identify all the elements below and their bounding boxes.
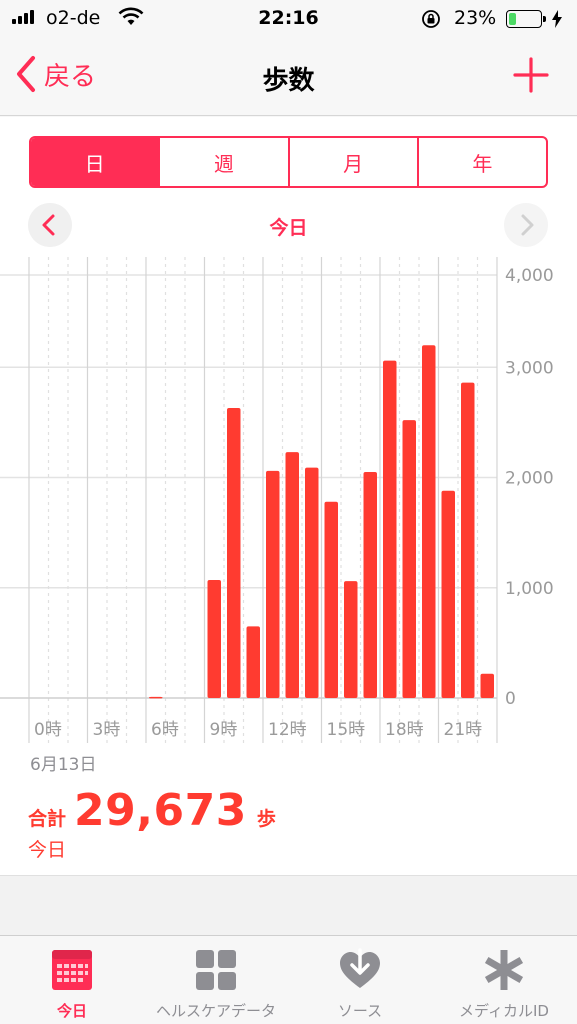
- tab-medical-id[interactable]: メディカルID: [432, 936, 576, 1024]
- bar: [305, 467, 319, 698]
- tab-sources[interactable]: ソース: [288, 936, 432, 1024]
- page-title: 歩数: [262, 66, 315, 96]
- bar: [344, 581, 358, 698]
- segment-year[interactable]: 年: [416, 138, 546, 186]
- asterisk-icon: [484, 950, 524, 990]
- date-navigator: 今日: [0, 201, 577, 249]
- y-tick-label: 1,000: [505, 579, 554, 599]
- tab-today-label: 今日: [56, 1002, 87, 1020]
- next-day-button[interactable]: [504, 203, 548, 247]
- battery-icon: [506, 10, 546, 28]
- x-tick-label: 18時: [385, 720, 424, 740]
- date-label: 今日: [269, 217, 308, 239]
- tab-sources-label: ソース: [337, 1002, 383, 1020]
- segment-month[interactable]: 月: [287, 138, 417, 186]
- tab-medical-id-label: メディカルID: [459, 1002, 549, 1020]
- bar: [246, 626, 260, 698]
- grid-icon: [196, 950, 236, 990]
- period-segmented-control: 日 週 月 年: [29, 136, 548, 188]
- steps-unit: 歩: [256, 808, 276, 830]
- bar: [149, 696, 163, 699]
- nav-bar: 戻る 歩数: [0, 38, 577, 116]
- total-label: 合計: [28, 808, 67, 830]
- segment-week[interactable]: 週: [158, 138, 287, 186]
- summary-date: 6月13日: [30, 755, 97, 775]
- bar: [422, 345, 436, 698]
- segment-day[interactable]: 日: [31, 138, 159, 186]
- steps-bar-chart: 0 1,000 2,000 3,000 4,000 0時 3時 6時 9時 12時 15時 18時 21…: [0, 257, 554, 743]
- total-summary: 合計 29,673 歩: [28, 785, 276, 836]
- bar: [363, 471, 377, 698]
- calendar-icon: [52, 950, 92, 990]
- bar: [324, 501, 338, 698]
- x-tick-label: 6時: [151, 720, 179, 740]
- bar: [441, 490, 455, 698]
- y-tick-label: 4,000: [505, 266, 554, 286]
- main-content: 日 週 月 年 今日 0 1,000 2,000 3,000 4,000 0時 3時 6時 9時…: [0, 117, 577, 875]
- heart-download-icon: [340, 948, 380, 988]
- x-tick-label: 0時: [34, 720, 62, 740]
- tab-today[interactable]: 今日: [0, 936, 144, 1024]
- bar: [207, 580, 221, 698]
- x-tick-label: 3時: [93, 720, 121, 740]
- charging-bolt-icon: [552, 10, 562, 28]
- tab-health-data[interactable]: ヘルスケアデータ: [144, 936, 288, 1024]
- tab-health-data-label: ヘルスケアデータ: [155, 1002, 276, 1020]
- content-gap: [0, 875, 577, 935]
- x-tick-label: 15時: [327, 720, 366, 740]
- bar: [383, 360, 397, 698]
- bar: [227, 408, 241, 698]
- y-tick-label: 3,000: [505, 358, 554, 378]
- tab-bar: 今日 ヘルスケアデータ ソース メディカルID: [0, 935, 577, 1024]
- orientation-lock-icon: [422, 10, 440, 28]
- x-tick-label: 9時: [210, 720, 238, 740]
- bar: [480, 673, 494, 698]
- bar: [461, 382, 475, 698]
- summary-period: 今日: [28, 839, 67, 861]
- x-tick-label: 12時: [268, 720, 307, 740]
- bar: [402, 420, 416, 698]
- battery-percent: 23%: [454, 7, 497, 29]
- total-steps-value: 29,673: [74, 785, 247, 836]
- status-bar: o2-de 22:16 23%: [0, 0, 577, 38]
- y-tick-label: 2,000: [505, 469, 554, 489]
- bar: [285, 452, 299, 698]
- x-tick-label: 21時: [444, 720, 483, 740]
- plus-icon[interactable]: [512, 56, 550, 94]
- y-tick-label: 0: [505, 689, 516, 709]
- bar: [266, 470, 280, 698]
